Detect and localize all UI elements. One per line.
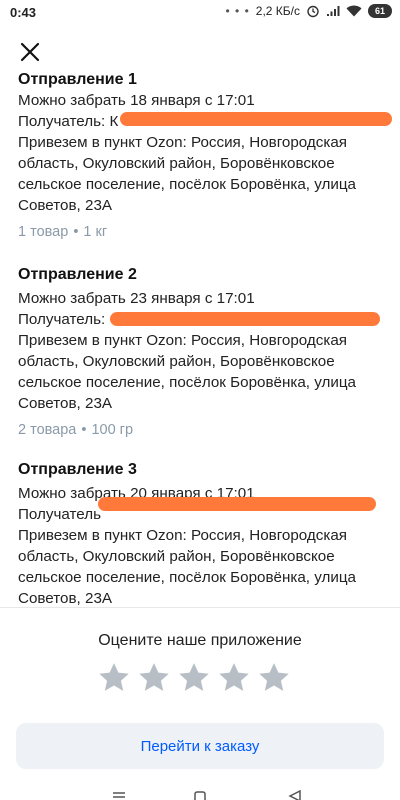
delivery-address-line: Привезем в пункт Ozon: Россия, Новгородс… — [18, 332, 348, 349]
status-icons: • • • 2,2 КБ/с 61 — [225, 4, 392, 18]
items-count: 2 товара — [18, 422, 77, 438]
shipments-list[interactable]: Отправление 1 Можно забрать 18 января с … — [0, 72, 400, 607]
shipment-meta: 2 товара • 100 гр — [18, 420, 388, 440]
delivery-address-line: область, Окуловский район, Боровёнковско… — [18, 353, 335, 370]
close-button[interactable] — [16, 38, 44, 66]
shipment-meta: 1 товар • 1 кг — [18, 222, 388, 242]
redaction-mark — [98, 497, 376, 511]
rating-section: Оцените наше приложение — [0, 608, 400, 698]
home-nav-icon[interactable] — [193, 790, 207, 800]
separator-dot: • — [81, 422, 87, 438]
delivery-address-line: Советов, 23А — [18, 395, 113, 412]
redaction-mark — [110, 312, 380, 326]
shipment-card-2: Отправление 2 Можно забрать 23 января с … — [18, 265, 388, 440]
star-icon[interactable] — [177, 661, 211, 695]
shipment-title: Отправление 2 — [18, 266, 137, 283]
status-bar: 0:43 • • • 2,2 КБ/с 61 — [0, 0, 400, 26]
star-icon[interactable] — [217, 661, 251, 695]
delivery-address-line: сельское поселение, посёлок Боровёнка, у… — [18, 374, 356, 391]
delivery-address-line: Привезем в пункт Ozon: Россия, Новгородс… — [18, 527, 348, 544]
signal-icon — [327, 6, 340, 16]
alarm-icon — [307, 5, 319, 18]
shipment-card-1: Отправление 1 Можно забрать 18 января с … — [18, 72, 392, 242]
delivery-address-line: сельское поселение, посёлок Боровёнка, у… — [18, 176, 356, 193]
star-icon[interactable] — [137, 661, 171, 695]
delivery-address-line: область, Окуловский район, Боровёнковско… — [18, 548, 335, 565]
status-time: 0:43 — [10, 5, 37, 20]
menu-nav-icon[interactable] — [112, 790, 126, 800]
delivery-address-line: сельское поселение, посёлок Боровёнка, у… — [18, 569, 356, 586]
system-nav-bar — [0, 786, 400, 800]
rating-title: Оцените наше приложение — [98, 632, 302, 649]
pickup-date: Можно забрать 18 января с 17:01 — [18, 92, 255, 109]
notification-dots: • • • — [225, 4, 250, 18]
network-speed: 2,2 КБ/с — [255, 4, 300, 18]
rating-stars — [97, 661, 291, 695]
shipment-weight: 1 кг — [83, 224, 108, 240]
star-icon[interactable] — [97, 661, 131, 695]
shipment-card-3: Отправление 3 Можно забрать 20 января с … — [18, 460, 388, 607]
separator-dot: • — [73, 224, 79, 240]
delivery-address-line: область, Окуловский район, Боровёнковско… — [18, 155, 335, 172]
star-icon[interactable] — [257, 661, 291, 695]
shipment-title: Отправление 1 — [18, 72, 137, 88]
redaction-mark — [120, 112, 392, 126]
delivery-address-line: Советов, 23А — [18, 590, 113, 607]
battery-indicator: 61 — [368, 4, 392, 18]
delivery-address-line: Привезем в пункт Ozon: Россия, Новгородс… — [18, 134, 348, 151]
shipment-weight: 100 гр — [91, 422, 134, 438]
pickup-date: Можно забрать 23 января с 17:01 — [18, 290, 255, 307]
go-to-order-button[interactable]: Перейти к заказу — [16, 723, 384, 769]
items-count: 1 товар — [18, 224, 69, 240]
delivery-address-line: Советов, 23А — [18, 197, 113, 214]
back-nav-icon[interactable] — [288, 790, 302, 800]
close-icon — [20, 42, 40, 62]
shipment-title: Отправление 3 — [18, 461, 137, 478]
wifi-icon — [346, 5, 362, 17]
